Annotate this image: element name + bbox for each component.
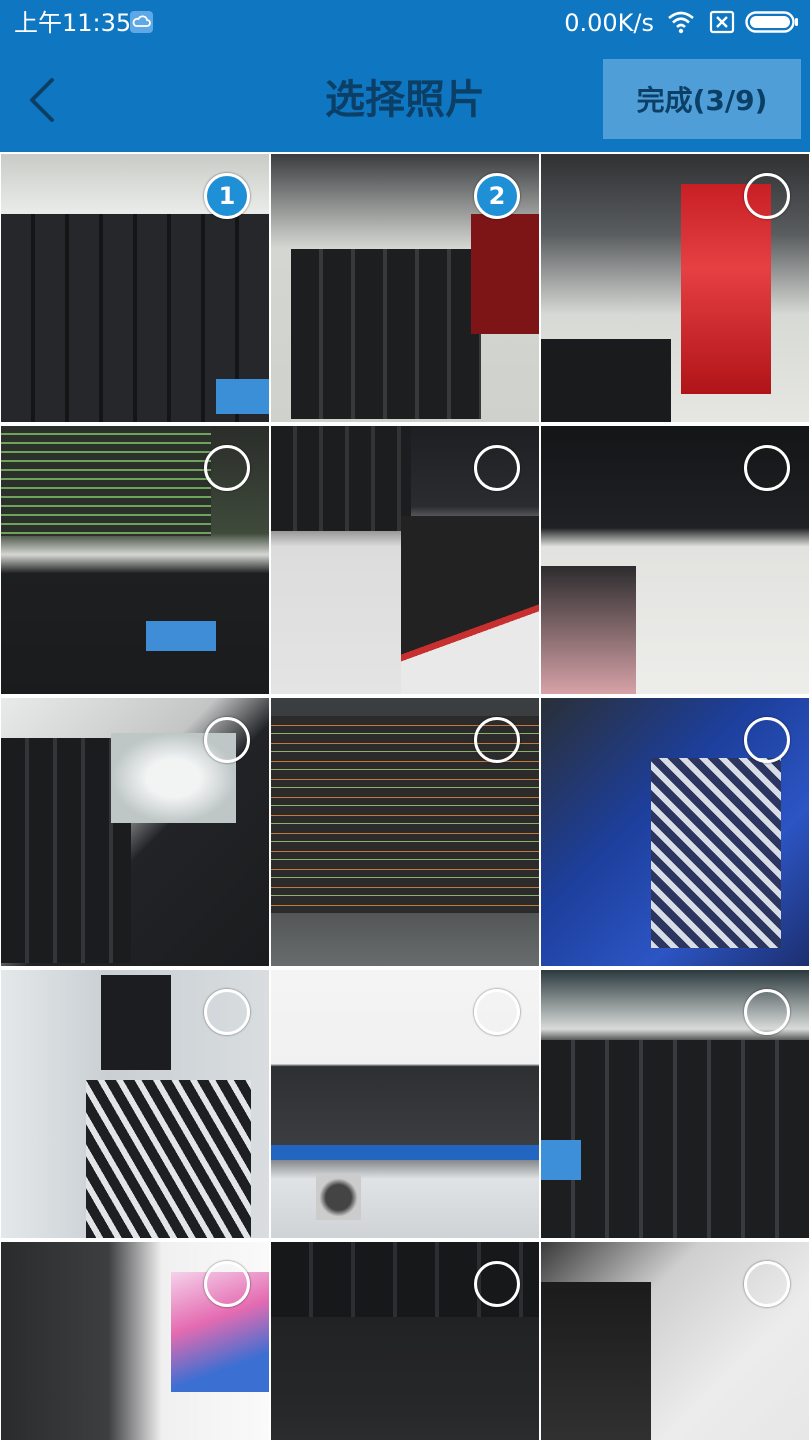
select-circle[interactable] [474,717,520,763]
select-circle[interactable] [204,1261,250,1307]
photo-item[interactable] [540,1240,810,1440]
photo-grid: 12 [0,152,810,1440]
photo-item[interactable] [270,696,540,966]
photo-item[interactable] [0,1240,270,1440]
app-bar: 选择照片 完成(3/9) [0,46,810,152]
photo-item[interactable]: 2 [270,152,540,422]
select-circle[interactable] [204,989,250,1035]
photo-item[interactable] [540,424,810,694]
wifi-icon [668,11,694,34]
photo-item[interactable] [540,152,810,422]
network-speed: 0.00K/s [564,9,654,37]
photo-item[interactable] [270,968,540,1238]
photo-item[interactable]: 1 [0,152,270,422]
battery-icon [745,11,798,33]
select-circle[interactable] [744,1261,790,1307]
select-circle[interactable] [474,1261,520,1307]
select-circle[interactable] [744,989,790,1035]
photo-item[interactable] [270,1240,540,1440]
photo-item[interactable] [0,696,270,966]
cloud-icon [130,11,153,33]
photo-item[interactable] [540,696,810,966]
no-sim-icon [709,10,735,34]
photo-item[interactable] [0,424,270,694]
photo-item[interactable] [270,424,540,694]
selected-order-badge[interactable]: 1 [204,173,250,219]
select-circle[interactable] [204,717,250,763]
back-button[interactable] [18,68,68,130]
select-circle[interactable] [474,989,520,1035]
select-circle[interactable] [474,445,520,491]
select-circle[interactable] [744,717,790,763]
select-circle[interactable] [744,173,790,219]
status-bar: 上午11:35 0.00K/s [0,0,810,46]
selected-order-badge[interactable]: 2 [474,173,520,219]
done-button[interactable]: 完成(3/9) [603,59,801,139]
photo-item[interactable] [0,968,270,1238]
select-circle[interactable] [204,445,250,491]
status-time: 上午11:35 [14,9,132,37]
photo-item[interactable] [540,968,810,1238]
select-circle[interactable] [744,445,790,491]
